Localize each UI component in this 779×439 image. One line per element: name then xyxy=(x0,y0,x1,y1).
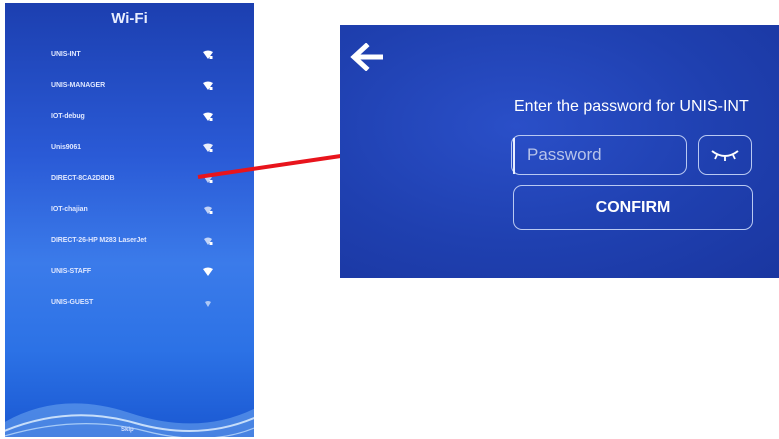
wifi-network-name: UNIS-GUEST xyxy=(51,299,94,306)
wifi-network-list: UNIS-INT UNIS-MANAGER IOT-debug Unis9061… xyxy=(5,39,254,318)
wifi-network-item[interactable]: UNIS-STAFF xyxy=(5,256,254,287)
password-prompt: Enter the password for UNIS-INT xyxy=(514,98,749,115)
wifi-network-name: IOT-debug xyxy=(51,113,85,120)
wifi-lock-icon xyxy=(204,237,213,245)
wifi-lock-icon xyxy=(203,50,213,59)
text-cursor xyxy=(513,138,515,174)
wifi-network-item[interactable]: IOT-chajian xyxy=(5,194,254,225)
wifi-lock-icon xyxy=(203,81,213,90)
wifi-network-name: DIRECT-26-HP M283 LaserJet xyxy=(51,237,147,244)
wifi-network-name: DIRECT-8CA2D8DB xyxy=(51,175,115,182)
wifi-lock-icon xyxy=(204,206,213,214)
wifi-network-item[interactable]: DIRECT-26-HP M283 LaserJet xyxy=(5,225,254,256)
password-input[interactable] xyxy=(511,135,687,175)
wifi-network-name: Unis9061 xyxy=(51,144,81,151)
wifi-network-name: UNIS-INT xyxy=(51,51,81,58)
wifi-network-item[interactable]: IOT-debug xyxy=(5,101,254,132)
password-dialog: Enter the password for UNIS-INT CONFIRM xyxy=(340,25,779,278)
wifi-network-item[interactable]: DIRECT-8CA2D8DB xyxy=(5,163,254,194)
wifi-network-item[interactable]: UNIS-GUEST xyxy=(5,287,254,318)
eye-closed-icon xyxy=(711,150,739,161)
arrow-left-icon[interactable] xyxy=(349,43,383,71)
wifi-list-screen: Wi-Fi UNIS-INT UNIS-MANAGER IOT-debug Un… xyxy=(5,3,254,437)
wifi-network-item[interactable]: UNIS-MANAGER xyxy=(5,70,254,101)
wifi-title: Wi-Fi xyxy=(111,10,148,27)
wifi-lock-icon xyxy=(203,112,213,121)
wifi-network-item[interactable]: UNIS-INT xyxy=(5,39,254,70)
toggle-password-visibility-button[interactable] xyxy=(698,135,752,175)
wifi-lock-icon xyxy=(203,143,213,152)
wifi-icon xyxy=(203,267,213,276)
confirm-button[interactable]: CONFIRM xyxy=(513,185,753,230)
wifi-network-item[interactable]: Unis9061 xyxy=(5,132,254,163)
wifi-network-name: UNIS-STAFF xyxy=(51,268,92,275)
wifi-network-name: UNIS-MANAGER xyxy=(51,82,106,89)
wifi-weak-icon xyxy=(205,300,211,307)
skip-label[interactable]: Skip xyxy=(121,427,134,433)
wifi-lock-icon xyxy=(204,175,213,183)
wifi-network-name: IOT-chajian xyxy=(51,206,88,213)
